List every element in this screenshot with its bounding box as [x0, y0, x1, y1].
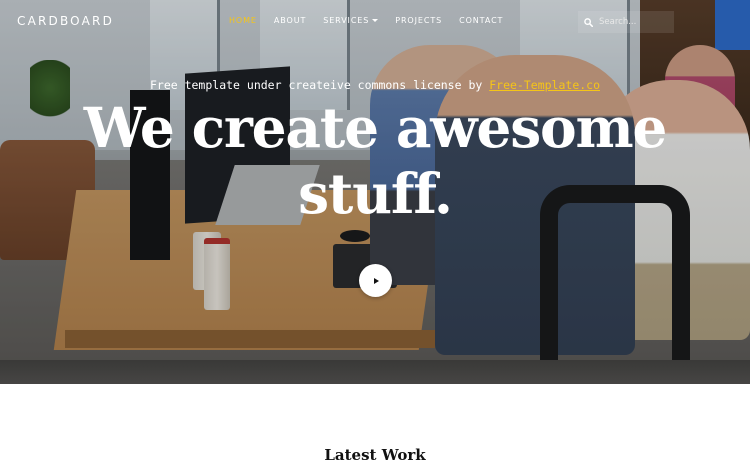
play-button[interactable] — [359, 264, 392, 297]
brand-logo[interactable]: CARDBOARD — [17, 14, 114, 28]
search-icon[interactable] — [584, 17, 593, 27]
nav-item-about[interactable]: ABOUT — [274, 16, 306, 25]
hero-bottom-strip — [0, 360, 750, 384]
nav-item-label: PROJECTS — [395, 16, 443, 25]
nav-item-contact[interactable]: CONTACT — [459, 16, 503, 25]
chevron-down-icon — [372, 19, 379, 22]
headline-line: stuff. — [298, 161, 453, 226]
search-input[interactable] — [599, 17, 669, 27]
nav-item-projects[interactable]: PROJECTS — [395, 16, 442, 25]
hero-tagline: Free template under createive commons li… — [0, 78, 750, 92]
nav-item-label: CONTACT — [459, 16, 504, 25]
nav-item-label: ABOUT — [273, 16, 307, 25]
nav-item-home[interactable]: HOME — [229, 16, 257, 25]
nav-item-label: HOME — [229, 16, 257, 25]
nav-item-services[interactable]: SERVICES — [323, 16, 379, 25]
nav-item-label: SERVICES — [323, 16, 370, 25]
headline-line: We create awesome — [83, 95, 668, 160]
section-title: Latest Work — [324, 446, 426, 460]
tagline-text: Free template under createive commons li… — [149, 78, 490, 92]
navbar: CARDBOARD HOME ABOUT SERVICES PROJECTS C… — [0, 0, 750, 44]
main-nav: HOME ABOUT SERVICES PROJECTS CONTACT — [229, 16, 503, 25]
tagline-link[interactable]: Free-Template.co — [489, 78, 600, 92]
play-icon — [374, 277, 379, 284]
search-box — [578, 11, 674, 33]
hero-headline: We create awesome stuff. — [75, 95, 675, 227]
